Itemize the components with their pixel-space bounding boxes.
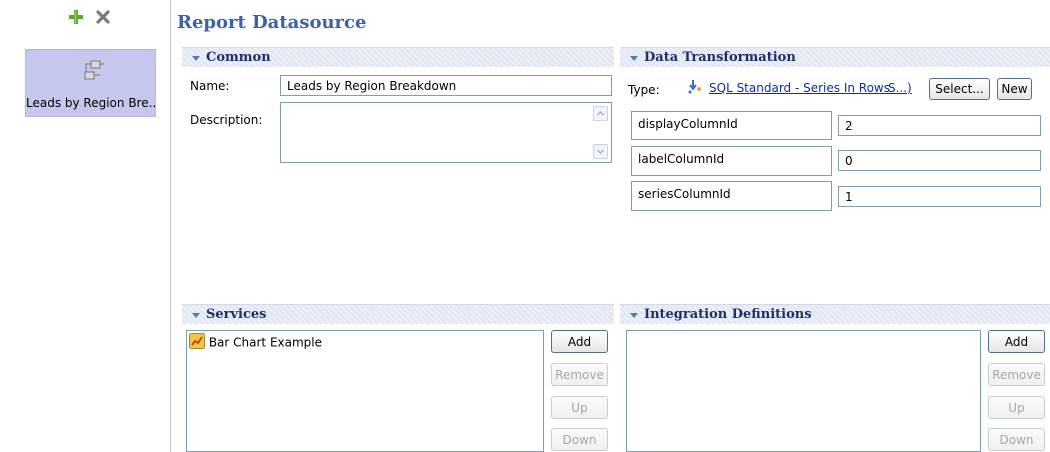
chart-service-icon [189,333,205,352]
datasource-icon [80,58,106,87]
page-title: Report Datasource [177,12,367,33]
collapse-triangle-icon[interactable] [630,56,638,61]
datasource-panel: Leads by Region Bre... [0,0,170,452]
name-label: Name: [190,79,230,93]
move-service-up-button[interactable]: Up [551,396,608,419]
type-label: Type: [628,83,660,97]
move-integration-down-button[interactable]: Down [988,428,1045,451]
select-transformation-button[interactable]: Select... [929,78,990,100]
move-integration-up-button[interactable]: Up [988,396,1045,419]
services-list[interactable]: Bar Chart Example [186,330,544,452]
integration-definitions-section-title: Integration Definitions [644,307,812,322]
scroll-down-icon[interactable] [593,144,608,159]
integration-definitions-section-header[interactable]: Integration Definitions [620,304,1050,324]
services-section-header[interactable]: Services [182,304,614,324]
description-label: Description: [190,113,263,127]
transformation-type-link[interactable]: SQL Standard - Series In Rows [709,81,890,95]
description-textarea[interactable] [280,102,612,163]
data-transformation-section-header[interactable]: Data Transformation [620,47,1050,67]
param-name-series-column-id: seriesColumnId [631,181,832,211]
plus-icon[interactable] [67,8,85,26]
param-value-display-column-id[interactable] [838,115,1041,136]
transform-icon [686,79,704,98]
param-name-label-column-id: labelColumnId [631,146,832,176]
data-transformation-section-title: Data Transformation [644,50,796,65]
name-input[interactable] [280,75,612,96]
move-service-down-button[interactable]: Down [551,428,608,451]
transformation-type-more-link[interactable]: S...) [888,81,912,95]
add-service-button[interactable]: Add [551,330,608,353]
service-item-label: Bar Chart Example [208,335,323,350]
param-name-display-column-id: displayColumnId [631,111,832,140]
collapse-triangle-icon[interactable] [192,313,200,318]
collapse-triangle-icon[interactable] [192,56,200,61]
x-icon[interactable] [94,8,112,26]
common-section-header[interactable]: Common [182,47,614,67]
integration-definitions-list[interactable] [626,330,981,452]
param-value-series-column-id[interactable] [838,186,1041,207]
panel-divider [170,0,171,452]
services-section-title: Services [206,307,267,322]
scroll-up-icon[interactable] [593,106,608,121]
remove-integration-button[interactable]: Remove [988,363,1045,386]
common-section-title: Common [206,50,271,65]
datasource-item-label: Leads by Region Bre... [26,96,155,110]
remove-service-button[interactable]: Remove [551,363,608,386]
list-item[interactable]: Bar Chart Example [189,333,322,351]
param-value-label-column-id[interactable] [838,150,1041,171]
new-transformation-button[interactable]: New [997,78,1032,100]
collapse-triangle-icon[interactable] [630,313,638,318]
add-integration-button[interactable]: Add [988,330,1045,353]
datasource-list-item[interactable]: Leads by Region Bre... [25,49,156,117]
